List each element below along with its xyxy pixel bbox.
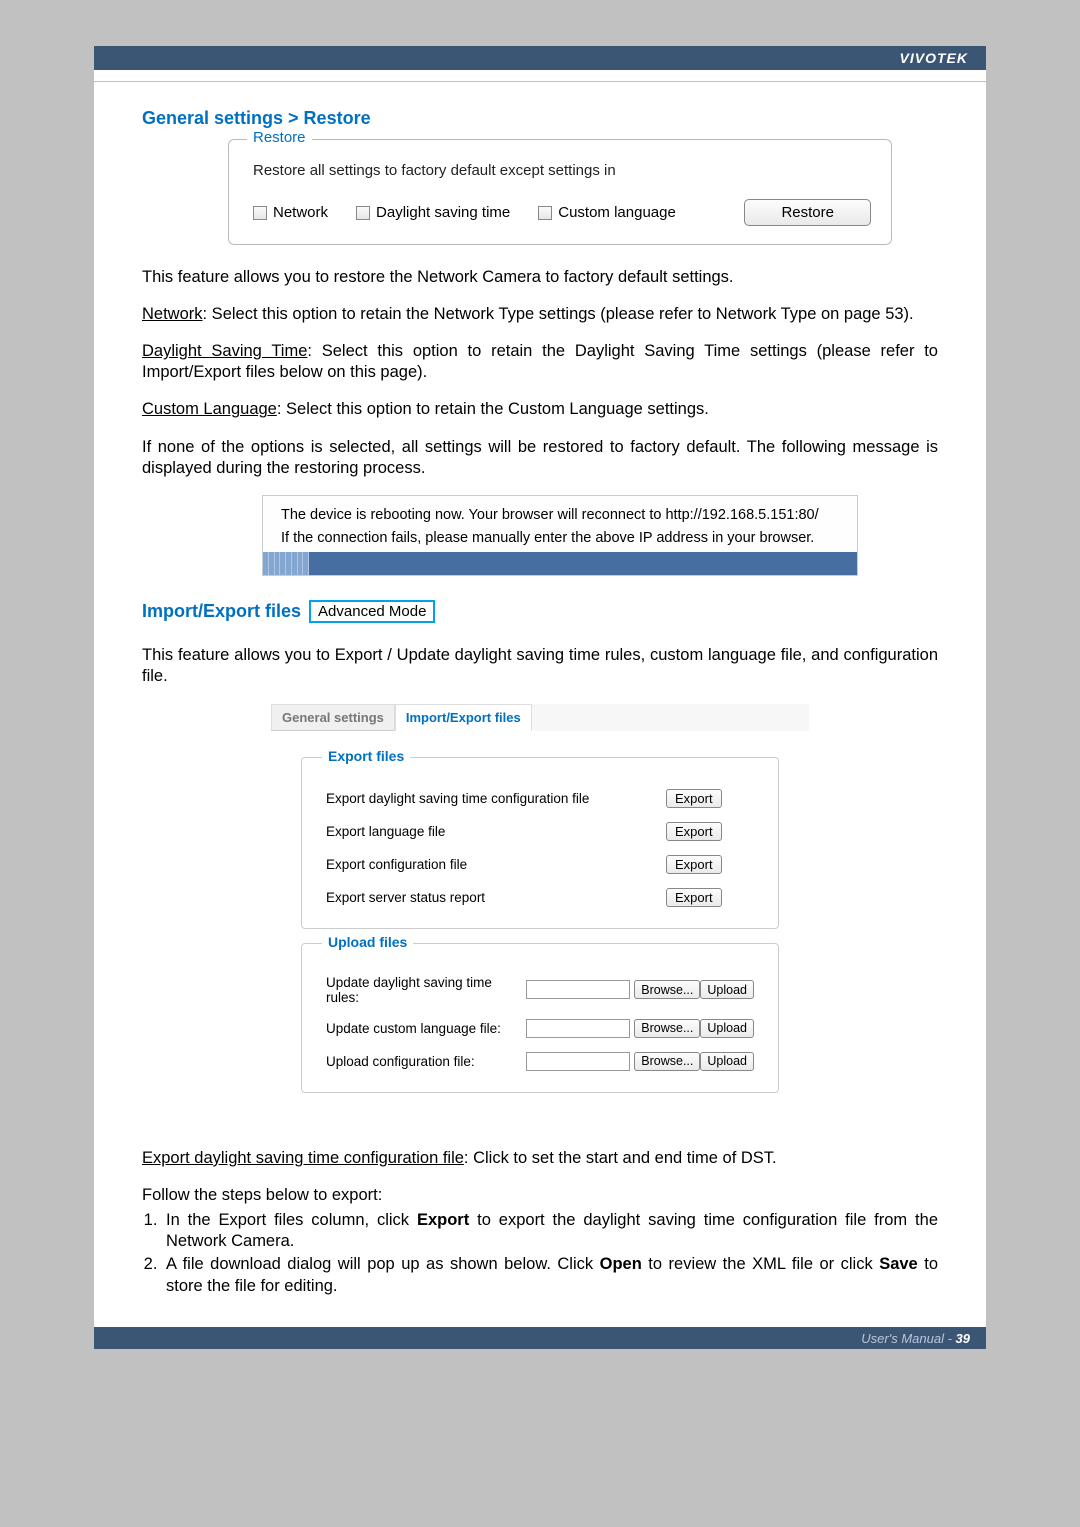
progress-ticks [263, 552, 309, 575]
section-title-restore: General settings > Restore [142, 108, 938, 129]
para-dst: Daylight Saving Time: Select this option… [142, 341, 938, 383]
para-customlang: Custom Language: Select this option to r… [142, 399, 938, 420]
network-checkbox[interactable] [253, 206, 267, 220]
restore-legend: Restore [247, 129, 312, 146]
import-export-panel: General settings Import/Export files Exp… [270, 703, 810, 1124]
document-page: VIVOTEK General settings > Restore Resto… [94, 46, 986, 1349]
para-dst-term: Daylight Saving Time [142, 342, 307, 360]
dst-checkbox-label: Daylight saving time [376, 204, 510, 221]
restore-button[interactable]: Restore [744, 199, 871, 226]
para-network-term: Network [142, 305, 203, 323]
upload-files-group: Upload files Update daylight saving time… [301, 943, 779, 1093]
reboot-progressbar [263, 552, 857, 575]
dst-checkbox[interactable] [356, 206, 370, 220]
lower-export-dst-body: : Click to set the start and end time of… [464, 1149, 777, 1167]
restore-desc: Restore all settings to factory default … [253, 162, 871, 179]
para-network-body: : Select this option to retain the Netwo… [203, 305, 914, 323]
panel-body: Export files Export daylight saving time… [271, 731, 809, 1123]
network-checkbox-label: Network [273, 204, 328, 221]
para-customlang-body: : Select this option to retain the Custo… [277, 400, 709, 418]
upload-lang-browse[interactable]: Browse... [634, 1019, 700, 1038]
customlang-checkbox-label: Custom language [558, 204, 676, 221]
restore-fieldset: Restore Restore all settings to factory … [228, 139, 892, 245]
export-legend: Export files [322, 748, 410, 764]
export-files-group: Export files Export daylight saving time… [301, 757, 779, 929]
export-lang-button[interactable]: Export [666, 822, 722, 841]
upload-dst-input[interactable] [526, 980, 630, 999]
page-footer: User's Manual - 39 [94, 1327, 986, 1349]
para-network: Network: Select this option to retain th… [142, 304, 938, 325]
step-2: A file download dialog will pop up as sh… [162, 1254, 938, 1296]
upload-lang-label: Update custom language file: [326, 1021, 526, 1036]
panel-tabs: General settings Import/Export files [271, 704, 809, 731]
export-config-label: Export configuration file [326, 857, 666, 872]
para-customlang-term: Custom Language [142, 400, 277, 418]
upload-dst-label: Update daylight saving time rules: [326, 975, 526, 1005]
reboot-line1: The device is rebooting now. Your browse… [263, 506, 857, 529]
brand-divider [94, 70, 986, 82]
footer-text: User's Manual - [861, 1331, 955, 1346]
brand-bar: VIVOTEK [94, 46, 986, 70]
brand-text: VIVOTEK [900, 50, 968, 66]
upload-dst-browse[interactable]: Browse... [634, 980, 700, 999]
lower-export-dst: Export daylight saving time configuratio… [142, 1148, 938, 1169]
tab-import-export[interactable]: Import/Export files [395, 704, 532, 731]
customlang-checkbox[interactable] [538, 206, 552, 220]
lower-export-dst-term: Export daylight saving time configuratio… [142, 1149, 464, 1167]
advanced-mode-badge: Advanced Mode [309, 600, 435, 623]
upload-legend: Upload files [322, 934, 413, 950]
export-status-label: Export server status report [326, 890, 666, 905]
reboot-message-box: The device is rebooting now. Your browse… [262, 495, 858, 576]
restore-options-row: Network Daylight saving time Custom lang… [253, 199, 871, 226]
para-noneselected: If none of the options is selected, all … [142, 437, 938, 479]
export-status-button[interactable]: Export [666, 888, 722, 907]
para-intro: This feature allows you to restore the N… [142, 267, 938, 288]
upload-lang-upload[interactable]: Upload [700, 1019, 754, 1038]
upload-dst-upload[interactable]: Upload [700, 980, 754, 999]
upload-config-upload[interactable]: Upload [700, 1052, 754, 1071]
upload-config-input[interactable] [526, 1052, 630, 1071]
export-lang-label: Export language file [326, 824, 666, 839]
section-title-import-row: Import/Export files Advanced Mode [142, 600, 938, 623]
step-1: In the Export files column, click Export… [162, 1210, 938, 1252]
tab-general-settings[interactable]: General settings [271, 704, 395, 731]
upload-config-label: Upload configuration file: [326, 1054, 526, 1069]
lower-follow-steps: Follow the steps below to export: [142, 1185, 938, 1206]
upload-lang-input[interactable] [526, 1019, 630, 1038]
footer-page: 39 [956, 1331, 970, 1346]
content-area: General settings > Restore Restore Resto… [94, 82, 986, 1327]
export-config-button[interactable]: Export [666, 855, 722, 874]
export-dst-button[interactable]: Export [666, 789, 722, 808]
section-title-import: Import/Export files [142, 601, 301, 622]
import-intro: This feature allows you to Export / Upda… [142, 645, 938, 687]
steps-list: In the Export files column, click Export… [142, 1210, 938, 1296]
upload-config-browse[interactable]: Browse... [634, 1052, 700, 1071]
reboot-line2: If the connection fails, please manually… [263, 529, 857, 552]
export-dst-label: Export daylight saving time configuratio… [326, 791, 666, 806]
